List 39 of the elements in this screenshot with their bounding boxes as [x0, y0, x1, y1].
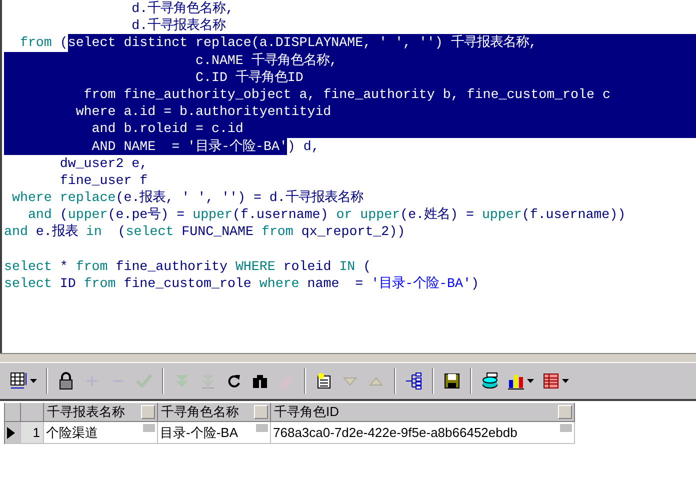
caret-icon: [527, 379, 534, 383]
sql-editor[interactable]: [0, 0, 696, 353]
code-line: select * from fine_authority WHERE roleid IN (: [2, 258, 696, 275]
code-line: select ID from fine_custom_role where name = '目录-个险-BA'): [2, 275, 696, 292]
double-chevron-icon: [199, 372, 217, 390]
splitter[interactable]: [0, 353, 696, 363]
table-cell[interactable]: 个险渠道: [44, 422, 158, 444]
database-icon: [481, 372, 499, 390]
code-line: d.千寻角色名称,: [2, 0, 696, 18]
binoculars-icon: [251, 372, 269, 390]
code-line: AND NAME = '目录-个险-BA') d,: [2, 138, 696, 155]
code-line: from fine_authority_object a, fine_authority b, fine_custom_role c: [2, 86, 696, 104]
code-line: and (upper(e.pe号) = upper(f.username) or upper(e.姓名) = upper(f.username)): [2, 206, 696, 224]
column-header[interactable]: 千寻报表名称: [44, 403, 158, 422]
code-line: and b.roleid = c.id: [2, 120, 696, 138]
grid-icon: [10, 372, 28, 390]
code-line: and e.报表 in (select FUNC_NAME from qx_report_2)): [2, 223, 696, 241]
current-row-arrow-icon: [7, 426, 15, 438]
row-number-header: [21, 403, 44, 422]
table-icon: [542, 372, 560, 390]
tree-icon: [405, 372, 423, 390]
table-cell[interactable]: 768a3ca0-7d2e-422e-9f5e-a8b66452ebdb: [271, 422, 575, 444]
code-line: fine_user f: [2, 172, 696, 190]
code-line: c.NAME 千寻角色名称,: [2, 52, 696, 69]
caret-icon: [30, 379, 37, 383]
code-line: where replace(e.报表, ' ', '') = d.千寻报表名称: [2, 189, 696, 206]
notes-icon: [315, 372, 333, 390]
lock-icon: [57, 372, 75, 390]
bar-chart-icon: [507, 372, 525, 390]
caret-icon: [562, 379, 569, 383]
code-line: where a.id = b.authorityentityid: [2, 103, 696, 120]
check-icon: [135, 372, 153, 390]
code-line: d.千寻报表名称: [2, 17, 696, 34]
column-header[interactable]: 千寻角色名称: [158, 403, 271, 422]
code-line: dw_user2 e,: [2, 154, 696, 172]
row-number: 1: [21, 422, 44, 444]
table-cell[interactable]: 目录-个险-BA: [158, 422, 271, 444]
code-line: C.ID 千寻角色ID: [2, 68, 696, 86]
column-header[interactable]: 千寻角色ID: [271, 403, 575, 422]
